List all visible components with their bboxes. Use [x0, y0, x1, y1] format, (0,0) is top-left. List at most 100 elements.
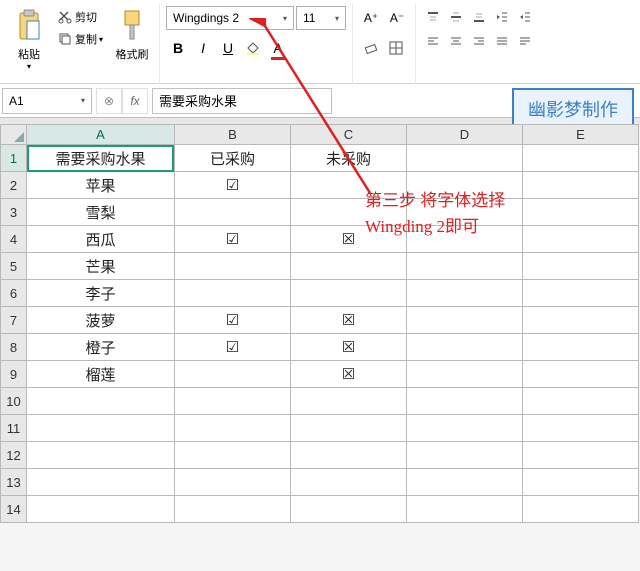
- cell-E10[interactable]: [523, 388, 639, 415]
- cell-A7[interactable]: 菠萝: [27, 307, 175, 334]
- paste-button[interactable]: 粘贴 ▾: [8, 6, 50, 80]
- row-header[interactable]: 13: [1, 469, 27, 496]
- cut-button[interactable]: 剪切: [54, 6, 107, 28]
- increase-indent-button[interactable]: [514, 6, 536, 28]
- cell-D5[interactable]: [407, 253, 523, 280]
- cell-D11[interactable]: [407, 415, 523, 442]
- cell-A4[interactable]: 西瓜: [27, 226, 175, 253]
- row-header[interactable]: 4: [1, 226, 27, 253]
- cell-B1[interactable]: 已采购: [175, 145, 291, 172]
- col-header-C[interactable]: C: [291, 125, 407, 145]
- cell-E2[interactable]: [523, 172, 639, 199]
- cell-C5[interactable]: [291, 253, 407, 280]
- row-header[interactable]: 9: [1, 361, 27, 388]
- cell-C13[interactable]: [291, 469, 407, 496]
- cell-B11[interactable]: [175, 415, 291, 442]
- row-header[interactable]: 7: [1, 307, 27, 334]
- align-bottom-button[interactable]: [468, 6, 490, 28]
- fill-color-button[interactable]: [241, 36, 265, 60]
- cell-C9[interactable]: ☒: [291, 361, 407, 388]
- copy-button[interactable]: 复制 ▾: [54, 28, 107, 50]
- fx-button[interactable]: fx: [122, 88, 148, 114]
- cell-B3[interactable]: [175, 199, 291, 226]
- cell-B4[interactable]: ☑: [175, 226, 291, 253]
- cell-E3[interactable]: [523, 199, 639, 226]
- cell-A2[interactable]: 苹果: [27, 172, 175, 199]
- name-box[interactable]: A1 ▾: [2, 88, 92, 114]
- cell-D7[interactable]: [407, 307, 523, 334]
- formula-input[interactable]: 需要采购水果: [152, 88, 332, 114]
- cell-A3[interactable]: 雪梨: [27, 199, 175, 226]
- cell-A11[interactable]: [27, 415, 175, 442]
- cell-C7[interactable]: ☒: [291, 307, 407, 334]
- justify-button[interactable]: [491, 30, 513, 52]
- italic-button[interactable]: I: [191, 36, 215, 60]
- clear-format-button[interactable]: [359, 36, 383, 60]
- row-header[interactable]: 5: [1, 253, 27, 280]
- cell-D13[interactable]: [407, 469, 523, 496]
- cell-B10[interactable]: [175, 388, 291, 415]
- cell-D1[interactable]: [407, 145, 523, 172]
- distribute-button[interactable]: [514, 30, 536, 52]
- cell-B2[interactable]: ☑: [175, 172, 291, 199]
- align-left-button[interactable]: [422, 30, 444, 52]
- cell-E13[interactable]: [523, 469, 639, 496]
- col-header-B[interactable]: B: [175, 125, 291, 145]
- row-header[interactable]: 14: [1, 496, 27, 523]
- cell-A10[interactable]: [27, 388, 175, 415]
- row-header[interactable]: 3: [1, 199, 27, 226]
- row-header[interactable]: 11: [1, 415, 27, 442]
- cell-A1[interactable]: 需要采购水果: [27, 145, 175, 172]
- cell-B7[interactable]: ☑: [175, 307, 291, 334]
- cell-E6[interactable]: [523, 280, 639, 307]
- cell-D9[interactable]: [407, 361, 523, 388]
- cell-C12[interactable]: [291, 442, 407, 469]
- row-header[interactable]: 6: [1, 280, 27, 307]
- select-all-corner[interactable]: [1, 125, 27, 145]
- cell-D8[interactable]: [407, 334, 523, 361]
- col-header-D[interactable]: D: [407, 125, 523, 145]
- cell-A13[interactable]: [27, 469, 175, 496]
- font-name-select[interactable]: Wingdings 2 ▾: [166, 6, 294, 30]
- cell-B8[interactable]: ☑: [175, 334, 291, 361]
- cell-A14[interactable]: [27, 496, 175, 523]
- row-header[interactable]: 8: [1, 334, 27, 361]
- cell-C10[interactable]: [291, 388, 407, 415]
- cell-B12[interactable]: [175, 442, 291, 469]
- font-size-select[interactable]: 11 ▾: [296, 6, 346, 30]
- cell-E1[interactable]: [523, 145, 639, 172]
- cell-A5[interactable]: 芒果: [27, 253, 175, 280]
- row-header[interactable]: 12: [1, 442, 27, 469]
- align-center-button[interactable]: [445, 30, 467, 52]
- cell-B9[interactable]: [175, 361, 291, 388]
- decrease-indent-button[interactable]: [491, 6, 513, 28]
- cell-C6[interactable]: [291, 280, 407, 307]
- row-header[interactable]: 10: [1, 388, 27, 415]
- col-header-A[interactable]: A: [27, 125, 175, 145]
- cell-C1[interactable]: 未采购: [291, 145, 407, 172]
- cell-D14[interactable]: [407, 496, 523, 523]
- col-header-E[interactable]: E: [523, 125, 639, 145]
- cell-D10[interactable]: [407, 388, 523, 415]
- borders-button[interactable]: [384, 36, 408, 60]
- cell-E7[interactable]: [523, 307, 639, 334]
- row-header[interactable]: 1: [1, 145, 27, 172]
- align-right-button[interactable]: [468, 30, 490, 52]
- cell-A6[interactable]: 李子: [27, 280, 175, 307]
- cell-E11[interactable]: [523, 415, 639, 442]
- row-header[interactable]: 2: [1, 172, 27, 199]
- shrink-font-button[interactable]: A⁻: [385, 6, 409, 30]
- cell-C11[interactable]: [291, 415, 407, 442]
- cell-A12[interactable]: [27, 442, 175, 469]
- cell-D12[interactable]: [407, 442, 523, 469]
- cell-C8[interactable]: ☒: [291, 334, 407, 361]
- format-painter-button[interactable]: 格式刷: [111, 6, 153, 62]
- align-middle-button[interactable]: [445, 6, 467, 28]
- cell-B14[interactable]: [175, 496, 291, 523]
- cell-B6[interactable]: [175, 280, 291, 307]
- cell-A8[interactable]: 橙子: [27, 334, 175, 361]
- grow-font-button[interactable]: A⁺: [359, 6, 383, 30]
- cell-A9[interactable]: 榴莲: [27, 361, 175, 388]
- cell-B5[interactable]: [175, 253, 291, 280]
- cell-E14[interactable]: [523, 496, 639, 523]
